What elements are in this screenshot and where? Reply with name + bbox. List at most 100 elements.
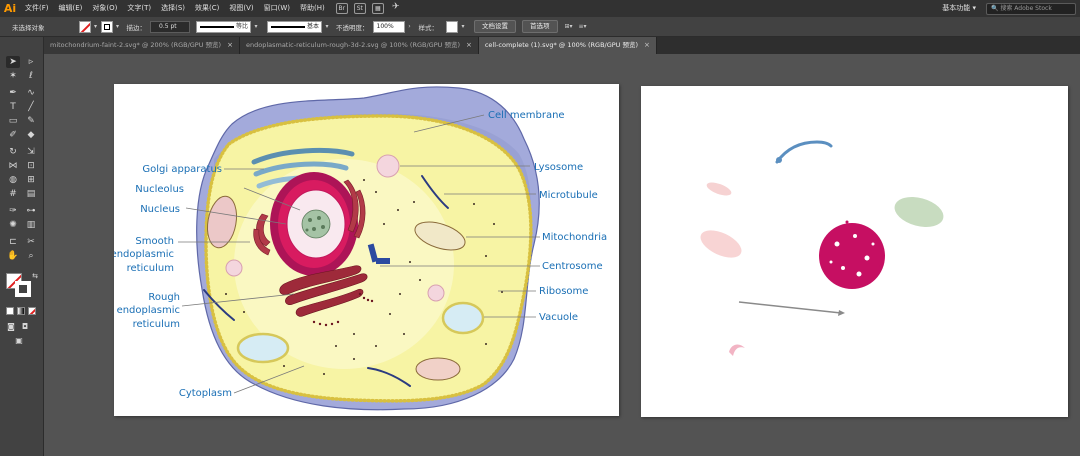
slice-tool-icon[interactable]: ✂	[24, 236, 38, 248]
green-organelle-part	[894, 197, 944, 227]
none-mode-icon[interactable]	[28, 307, 36, 315]
hand-tool-icon[interactable]: ✋	[6, 250, 20, 262]
profile-label: 等比	[235, 22, 248, 30]
stock-icon[interactable]: St	[353, 3, 366, 14]
stock-search-input[interactable]: 🔍 搜索 Adobe Stock	[986, 2, 1076, 15]
workspace-switcher[interactable]: 基本功能 ▾	[938, 2, 980, 15]
chevron-down-icon[interactable]: ▾	[322, 21, 332, 33]
shaper-tool-icon[interactable]: ✐	[6, 129, 20, 141]
menu-file[interactable]: 文件(F)	[20, 0, 54, 17]
control-bar: 未选择对象 ▾ ▾ 描边： 0.5 pt 等比 ▾ 基本 ▾ 不透明度： 100…	[0, 17, 1080, 37]
bridge-icon[interactable]: Br	[335, 3, 348, 14]
eyedropper-icon[interactable]: ✑	[6, 205, 20, 217]
stroke-swatch[interactable]	[100, 20, 113, 33]
free-transform-icon[interactable]: ⊡	[24, 160, 38, 172]
label-lysosome: Lysosome	[534, 162, 583, 173]
label-rough-3: reticulum	[133, 319, 180, 330]
rectangle-tool-icon[interactable]: ▭	[6, 115, 20, 127]
draw-mode-icon[interactable]: ◙	[4, 321, 18, 333]
grey-arrow-line	[738, 301, 842, 314]
gradient-tool-icon[interactable]: ▤	[24, 188, 38, 200]
arrange-icon[interactable]: ⊞▾	[562, 21, 576, 33]
nucleus	[270, 172, 358, 276]
workspace-label: 基本功能	[942, 4, 971, 12]
close-icon[interactable]: ×	[227, 37, 233, 54]
symbol-sprayer-icon[interactable]: ✺	[6, 219, 20, 231]
chevron-down-icon[interactable]: ▾	[251, 21, 261, 33]
menu-window[interactable]: 窗口(W)	[259, 0, 295, 17]
search-placeholder: 搜索 Adobe Stock	[1000, 4, 1052, 12]
tab-mitochondrium[interactable]: mitochondrium-faint-2.svg* @ 200% (RGB/G…	[44, 37, 240, 54]
menu-effect[interactable]: 效果(C)	[190, 0, 224, 17]
rotate-tool-icon[interactable]: ↻	[6, 146, 20, 158]
perspective-grid-icon[interactable]: ⊞	[24, 174, 38, 186]
chevron-down-icon[interactable]: ▾	[113, 21, 123, 33]
gpu-rocket-icon[interactable]: ✈	[390, 3, 402, 14]
preferences-button[interactable]: 首选项	[522, 20, 558, 33]
variable-width-profile[interactable]: 等比	[196, 20, 251, 33]
menu-type[interactable]: 文字(T)	[122, 0, 156, 17]
curvature-tool-icon[interactable]: ∿	[24, 87, 38, 99]
artboard-tool-icon[interactable]: ⊏	[6, 236, 20, 248]
gradient-mode-icon[interactable]	[17, 307, 25, 315]
lasso-icon[interactable]: ℓ	[24, 70, 38, 82]
width-tool-icon[interactable]: ⋈	[6, 160, 20, 172]
magic-wand-icon[interactable]: ✶	[6, 70, 20, 82]
pink-mitochondrion-part	[700, 230, 742, 258]
swap-icon[interactable]: ⇆	[28, 270, 42, 282]
document-setup-button[interactable]: 文档设置	[474, 20, 516, 33]
chevron-right-icon[interactable]: ›	[405, 21, 415, 33]
menu-bar-right: 基本功能 ▾ 🔍 搜索 Adobe Stock	[938, 2, 1076, 15]
tab-endoplasmatic[interactable]: endoplasmatic-reticulum-rough-3d-2.svg @…	[239, 37, 479, 54]
column-graph-icon[interactable]: ▥	[24, 219, 38, 231]
panel-menu-icon[interactable]: ≡▾	[576, 21, 590, 33]
menu-view[interactable]: 视图(V)	[224, 0, 258, 17]
chevron-down-icon[interactable]: ▾	[91, 21, 101, 33]
graphic-style-swatch[interactable]	[446, 20, 458, 33]
fill-swatch[interactable]	[78, 20, 91, 33]
draw-inside-icon[interactable]: ◘	[18, 321, 32, 333]
label-smooth-1: Smooth	[135, 236, 174, 247]
blend-tool-icon[interactable]: ⊶	[24, 205, 38, 217]
paintbrush-icon[interactable]: ✎	[24, 115, 38, 127]
menu-edit[interactable]: 编辑(E)	[54, 0, 88, 17]
tab-cell-complete[interactable]: cell-complete (1).svg* @ 100% (RGB/GPU 预…	[478, 37, 657, 54]
shape-builder-icon[interactable]: ◍	[6, 174, 20, 186]
stroke-weight-field[interactable]: 0.5 pt	[150, 20, 190, 33]
label-rough-2: endoplasmic	[117, 305, 180, 316]
tab-label: endoplasmatic-reticulum-rough-3d-2.svg @…	[245, 41, 460, 49]
artboard-parts[interactable]	[641, 86, 1068, 417]
screen-mode-icon[interactable]: ▣	[12, 335, 26, 347]
menu-help[interactable]: 帮助(H)	[295, 0, 330, 17]
menu-object[interactable]: 对象(O)	[87, 0, 122, 17]
stroke-label: 描边：	[126, 23, 147, 32]
opacity-field[interactable]: 100%	[372, 20, 405, 33]
label-golgi: Golgi apparatus	[142, 164, 222, 175]
direct-selection-tool-icon[interactable]: ▹	[24, 56, 38, 68]
selection-tool-icon[interactable]: ➤	[6, 56, 20, 68]
eraser-icon[interactable]: ◆	[24, 129, 38, 141]
close-icon[interactable]: ×	[644, 37, 650, 54]
label-cytoplasm: Cytoplasm	[179, 388, 232, 399]
close-icon[interactable]: ×	[466, 37, 472, 54]
style-label: 样式：	[418, 23, 439, 32]
menu-select[interactable]: 选择(S)	[156, 0, 190, 17]
type-tool-icon[interactable]: T	[6, 101, 20, 113]
arrange-documents-icon[interactable]: ▦	[371, 3, 384, 14]
color-mode-icon[interactable]	[6, 307, 14, 315]
illustrator-window: Ai 文件(F) 编辑(E) 对象(O) 文字(T) 选择(S) 效果(C) 视…	[0, 0, 1080, 456]
pen-tool-icon[interactable]: ✒	[6, 87, 20, 99]
opacity-label: 不透明度：	[336, 23, 369, 32]
mesh-tool-icon[interactable]: #	[6, 188, 20, 200]
scale-tool-icon[interactable]: ⇲	[24, 146, 38, 158]
zoom-tool-icon[interactable]: ⌕	[24, 250, 38, 262]
chevron-down-icon[interactable]: ▾	[458, 21, 468, 33]
brush-definition[interactable]: 基本	[267, 20, 322, 33]
line-tool-icon[interactable]: ╱	[24, 101, 38, 113]
stroke-indicator[interactable]	[15, 281, 31, 297]
artboard-cell-complete[interactable]: Cell membrane Golgi apparatus Nucleolus …	[111, 84, 619, 416]
document-tab-bar: mitochondrium-faint-2.svg* @ 200% (RGB/G…	[44, 37, 1080, 54]
cell-diagram: Cell membrane Golgi apparatus Nucleolus …	[111, 86, 607, 411]
red-nucleus-part	[819, 220, 885, 289]
label-ribosome: Ribosome	[539, 286, 588, 297]
